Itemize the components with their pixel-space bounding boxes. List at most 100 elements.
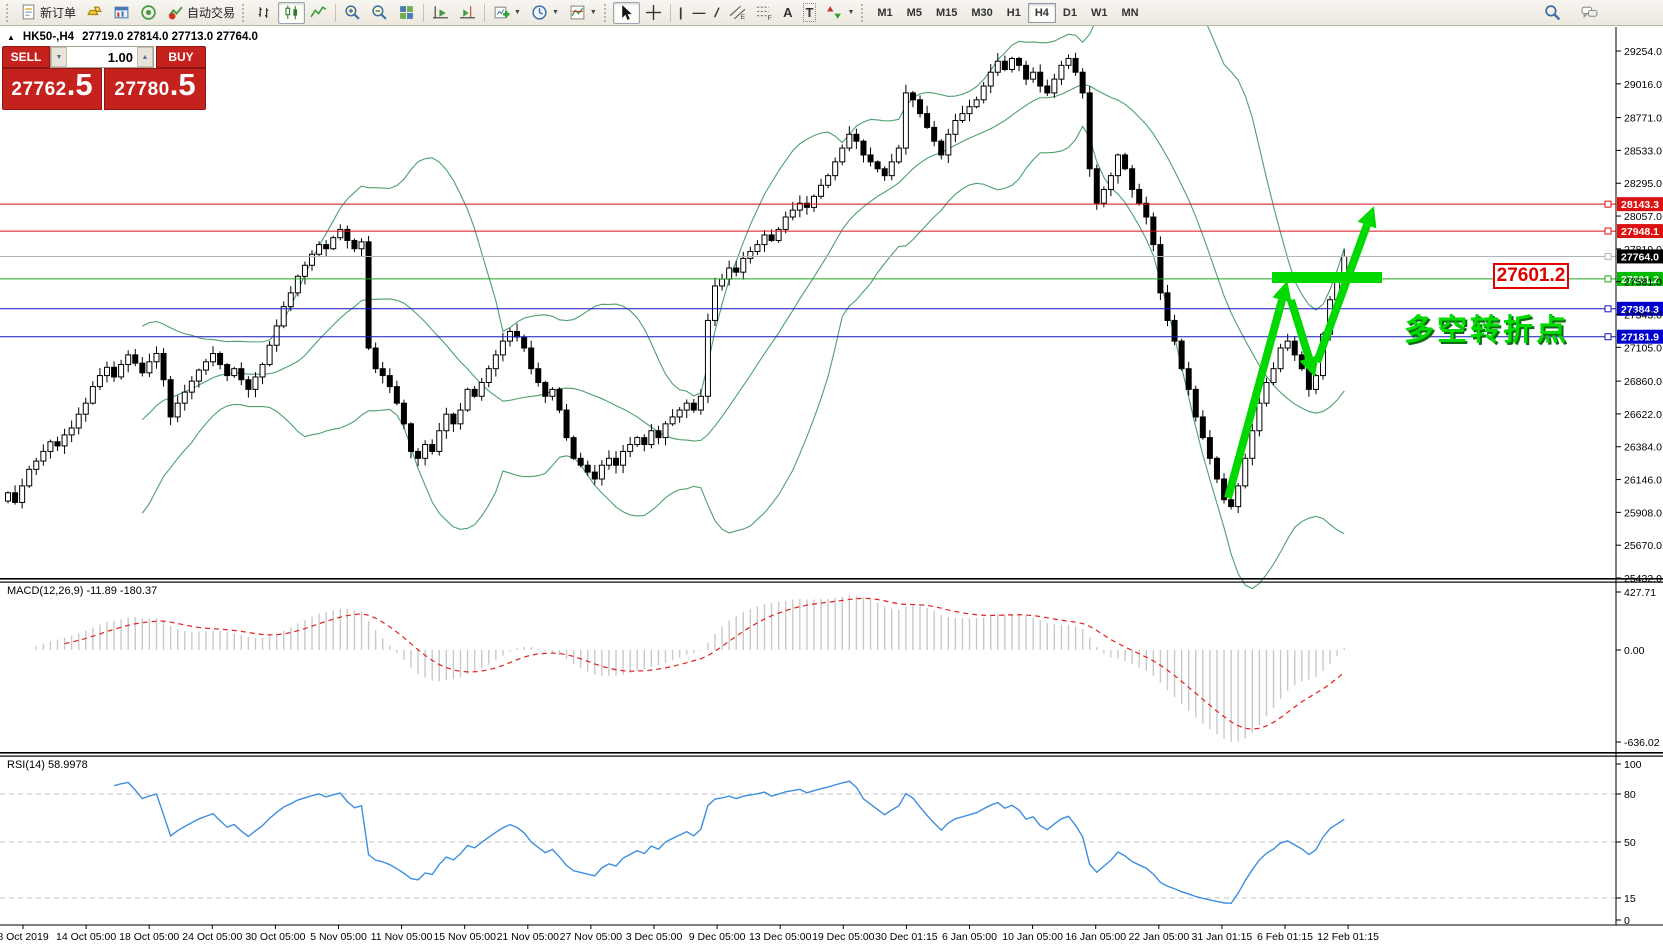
channel-tool[interactable]: E: [724, 2, 751, 24]
svg-text:29016.0: 29016.0: [1624, 79, 1662, 91]
chart-shift-button[interactable]: [454, 2, 481, 24]
zoom-out-icon: [371, 4, 388, 21]
new-order-button[interactable]: 新订单: [15, 2, 81, 24]
bar-chart-button[interactable]: [251, 2, 278, 24]
dropdown-caret: ▼: [552, 9, 559, 16]
signal-button[interactable]: [135, 2, 162, 24]
timeframe-w1[interactable]: W1: [1084, 3, 1115, 23]
svg-text:9 Dec 05:00: 9 Dec 05:00: [689, 931, 746, 943]
buy-price-button[interactable]: 27780 .5: [104, 68, 206, 110]
gold-symbol-button[interactable]: [81, 2, 108, 24]
svg-text:8 Oct 2019: 8 Oct 2019: [0, 931, 49, 943]
zoom-out-button[interactable]: [366, 2, 393, 24]
crosshair-button[interactable]: [640, 2, 667, 24]
fibonacci-icon: F: [756, 4, 773, 21]
template-icon: [569, 4, 586, 21]
line-chart-icon: [310, 4, 327, 21]
auto-scroll-button[interactable]: [427, 2, 454, 24]
timeframe-mn[interactable]: MN: [1114, 3, 1145, 23]
svg-text:30 Dec 01:15: 30 Dec 01:15: [875, 931, 938, 943]
cursor-button[interactable]: [613, 2, 640, 24]
svg-text:80: 80: [1624, 789, 1636, 801]
tile-windows-button[interactable]: [393, 2, 420, 24]
market-window-button[interactable]: [108, 2, 135, 24]
timeframe-h1[interactable]: H1: [1000, 3, 1028, 23]
horizontal-line-tool[interactable]: —: [687, 2, 710, 24]
indicator-panes-layer: [0, 595, 1616, 903]
text-label-icon: T: [803, 3, 817, 22]
toolbar-separator: [335, 4, 336, 22]
timeframe-d1[interactable]: D1: [1056, 3, 1084, 23]
text-label-tool[interactable]: T: [798, 2, 822, 24]
auto-trading-icon: [167, 4, 184, 21]
text-tool[interactable]: A: [778, 2, 797, 24]
svg-text:15: 15: [1624, 893, 1636, 905]
timeframe-m30[interactable]: M30: [964, 3, 999, 23]
svg-text:19 Dec 05:00: 19 Dec 05:00: [812, 931, 875, 943]
svg-text:27 Nov 05:00: 27 Nov 05:00: [560, 931, 623, 943]
period-button[interactable]: ▼: [526, 2, 564, 24]
svg-text:12 Feb 01:15: 12 Feb 01:15: [1317, 931, 1379, 943]
buy-price-main: 27780: [114, 79, 169, 101]
auto-scroll-icon: [432, 4, 449, 21]
chart-shift-icon: [459, 4, 476, 21]
search-icon: [1544, 4, 1561, 21]
svg-text:3 Dec 05:00: 3 Dec 05:00: [626, 931, 683, 943]
svg-text:13 Dec 05:00: 13 Dec 05:00: [749, 931, 812, 943]
svg-text:25432.0: 25432.0: [1624, 573, 1662, 585]
toolbar-separator: [423, 4, 424, 22]
fibonacci-tool[interactable]: F: [751, 2, 778, 24]
svg-text:0: 0: [1624, 915, 1630, 927]
volume-input[interactable]: [67, 47, 137, 67]
price-callout-box[interactable]: 27601.2: [1493, 263, 1569, 289]
buy-button[interactable]: BUY: [156, 46, 206, 68]
svg-text:31 Jan 01:15: 31 Jan 01:15: [1192, 931, 1253, 943]
volume-decrease-button[interactable]: ▼: [51, 47, 67, 67]
svg-text:28533.0: 28533.0: [1624, 145, 1662, 157]
sell-price-button[interactable]: 27762 .5: [2, 68, 102, 110]
timeframe-m5[interactable]: M5: [900, 3, 929, 23]
svg-text:E: E: [741, 14, 745, 21]
trendline-tool[interactable]: /: [710, 2, 724, 24]
volume-increase-button[interactable]: ▲: [137, 47, 153, 67]
svg-text:16 Jan 05:00: 16 Jan 05:00: [1065, 931, 1126, 943]
new-chart-button[interactable]: ▼: [488, 2, 526, 24]
line-chart-button[interactable]: [305, 2, 332, 24]
svg-text:27105.0: 27105.0: [1624, 342, 1662, 354]
auto-trading-button[interactable]: 自动交易: [162, 2, 240, 24]
arrows-icon: [826, 4, 843, 21]
svg-text:26622.0: 26622.0: [1624, 409, 1662, 421]
collapse-icon[interactable]: ▲: [7, 33, 15, 42]
svg-text:-636.02: -636.02: [1624, 737, 1660, 749]
timeframe-m1[interactable]: M1: [870, 3, 899, 23]
crosshair-icon: [645, 4, 662, 21]
chat-icon: [1581, 4, 1598, 21]
toolbar-grip: [861, 4, 866, 22]
candlestick-chart-icon: [283, 4, 300, 21]
clock-icon: [531, 4, 548, 21]
pivot-note-text[interactable]: 多空转折点: [1404, 305, 1569, 349]
template-button[interactable]: ▼: [564, 2, 602, 24]
timeframe-group: M1M5M15M30H1H4D1W1MN: [870, 3, 1145, 23]
candlestick-chart-button[interactable]: [278, 2, 305, 24]
trading-app-window: 新订单 自动交易: [0, 0, 1663, 946]
sell-price-main: 27762: [11, 79, 66, 101]
timeframe-h4[interactable]: H4: [1028, 3, 1056, 23]
new-order-label: 新订单: [40, 4, 76, 21]
svg-text:100: 100: [1624, 759, 1642, 771]
svg-text:29254.0: 29254.0: [1624, 46, 1662, 58]
sell-button[interactable]: SELL: [2, 46, 50, 68]
vertical-line-tool[interactable]: |: [674, 2, 688, 24]
arrows-tool[interactable]: ▼: [821, 2, 859, 24]
svg-text:24 Oct 05:00: 24 Oct 05:00: [182, 931, 242, 943]
svg-text:28057.0: 28057.0: [1624, 211, 1662, 223]
text-icon: A: [783, 4, 792, 21]
search-button[interactable]: [1539, 2, 1566, 24]
cursor-icon: [618, 4, 635, 21]
vline-icon: |: [679, 4, 683, 21]
svg-text:27819.0: 27819.0: [1624, 244, 1662, 256]
zoom-in-button[interactable]: [339, 2, 366, 24]
chart-area[interactable]: 28143.327948.127764.027601.227384.327181…: [0, 0, 1663, 946]
timeframe-m15[interactable]: M15: [929, 3, 964, 23]
chat-button[interactable]: [1576, 2, 1603, 24]
